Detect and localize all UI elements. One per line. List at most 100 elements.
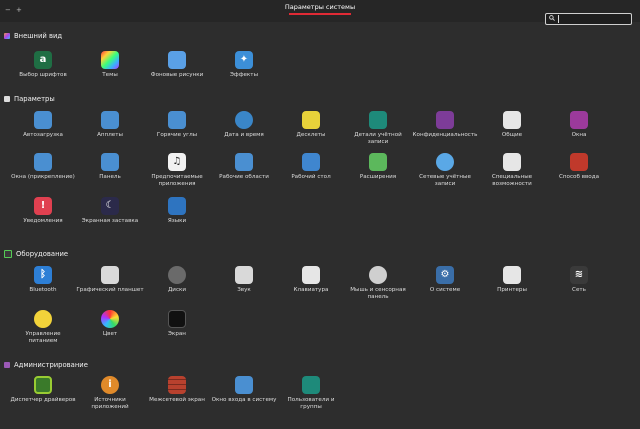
item-driver-manager[interactable]: Диспетчер драйверов	[9, 376, 77, 404]
title-accent-underline	[289, 13, 351, 15]
item-windows[interactable]: Окна	[545, 111, 613, 139]
input-method-icon	[570, 153, 588, 171]
window-title: Параметры системы	[284, 3, 356, 11]
bell-icon: !	[34, 197, 52, 215]
item-backgrounds[interactable]: Фоновые рисунки	[143, 51, 211, 79]
workspaces-icon	[235, 153, 253, 171]
item-display[interactable]: Экран	[143, 310, 211, 338]
item-firewall[interactable]: Межсетевой экран	[143, 376, 211, 404]
printer-icon	[503, 266, 521, 284]
item-color[interactable]: Цвет	[76, 310, 144, 338]
section-title-hardware: Оборудование	[16, 250, 69, 258]
item-disks[interactable]: Диски	[143, 266, 211, 294]
item-general[interactable]: Общие	[478, 111, 546, 139]
accessibility-icon	[503, 153, 521, 171]
item-screensaver[interactable]: ☾ Экранная заставка	[76, 197, 144, 225]
speaker-icon	[235, 266, 253, 284]
display-icon	[168, 310, 186, 328]
desklets-icon	[302, 111, 320, 129]
item-date-time[interactable]: Дата и время	[210, 111, 278, 139]
item-login-window[interactable]: Окно входа в систему	[210, 376, 278, 404]
search-icon	[549, 15, 555, 21]
item-accessibility[interactable]: Специальные возможности	[478, 153, 546, 188]
users-icon	[302, 376, 320, 394]
item-account-details[interactable]: Детали учётной записи	[344, 111, 412, 146]
item-users-groups[interactable]: Пользователи и группы	[277, 376, 345, 411]
globe-icon	[168, 197, 186, 215]
item-window-tiling[interactable]: Окна (прикрепление)	[9, 153, 77, 181]
section-title-preferences: Параметры	[14, 95, 55, 103]
preferences-section-icon	[4, 96, 10, 102]
preferred-apps-icon: ♫	[168, 153, 186, 171]
privacy-mask-icon	[436, 111, 454, 129]
themes-icon	[101, 51, 119, 69]
section-administration: Администрирование	[4, 361, 88, 369]
section-preferences: Параметры	[4, 95, 55, 103]
item-effects[interactable]: ✦ Эффекты	[210, 51, 278, 79]
account-icon	[369, 111, 387, 129]
item-notifications[interactable]: ! Уведомления	[9, 197, 77, 225]
search-input[interactable]	[545, 13, 632, 25]
clock-icon	[235, 111, 253, 129]
item-desktop[interactable]: Рабочий стол	[277, 153, 345, 181]
item-privacy[interactable]: Конфиденциальность	[411, 111, 479, 139]
appearance-section-icon	[4, 33, 10, 39]
item-fonts[interactable]: a Выбор шрифтов	[9, 51, 77, 79]
item-workspaces[interactable]: Рабочие области	[210, 153, 278, 181]
item-system-info[interactable]: ⚙ О системе	[411, 266, 479, 294]
window-tiling-icon	[34, 153, 52, 171]
item-graphics-tablet[interactable]: Графический планшет	[76, 266, 144, 294]
desktop-folder-icon	[302, 153, 320, 171]
item-panel[interactable]: Панель	[76, 153, 144, 181]
mouse-icon	[369, 266, 387, 284]
info-icon: i	[101, 376, 119, 394]
title-bar: − + Параметры системы	[0, 0, 640, 22]
item-input-method[interactable]: Способ ввода	[545, 153, 613, 181]
section-title-appearance: Внешний вид	[14, 32, 63, 40]
disk-icon	[168, 266, 186, 284]
item-preferred-apps[interactable]: ♫ Предпочитаемые приложения	[143, 153, 211, 188]
general-toggle-icon	[503, 111, 521, 129]
gear-icon: ⚙	[436, 266, 454, 284]
section-hardware: Оборудование	[4, 250, 68, 258]
driver-chip-icon	[34, 376, 52, 394]
login-window-icon	[235, 376, 253, 394]
item-desklets[interactable]: Десклеты	[277, 111, 345, 139]
puzzle-icon	[369, 153, 387, 171]
item-software-sources[interactable]: i Источники приложений	[76, 376, 144, 411]
power-icon	[34, 310, 52, 328]
item-printers[interactable]: Принтеры	[478, 266, 546, 294]
item-power[interactable]: Управление питанием	[9, 310, 77, 345]
item-applets[interactable]: Апплеты	[76, 111, 144, 139]
wifi-icon: ≋	[570, 266, 588, 284]
text-caret	[558, 15, 559, 23]
fonts-icon: a	[34, 51, 52, 69]
item-hot-corners[interactable]: Горячие углы	[143, 111, 211, 139]
startup-icon	[34, 111, 52, 129]
windows-icon	[570, 111, 588, 129]
section-title-administration: Администрирование	[14, 361, 88, 369]
hot-corners-icon	[168, 111, 186, 129]
item-online-accounts[interactable]: Сетевые учётные записи	[411, 153, 479, 188]
keyboard-icon	[302, 266, 320, 284]
effects-icon: ✦	[235, 51, 253, 69]
item-bluetooth[interactable]: ᛒ Bluetooth	[9, 266, 77, 294]
item-sound[interactable]: Звук	[210, 266, 278, 294]
cloud-icon	[436, 153, 454, 171]
item-keyboard[interactable]: Клавиатура	[277, 266, 345, 294]
hardware-section-icon	[4, 250, 12, 258]
administration-section-icon	[4, 362, 10, 368]
panel-icon	[101, 153, 119, 171]
applets-icon	[101, 111, 119, 129]
item-languages[interactable]: Языки	[143, 197, 211, 225]
item-network[interactable]: ≋ Сеть	[545, 266, 613, 294]
item-startup[interactable]: Автозагрузка	[9, 111, 77, 139]
bluetooth-icon: ᛒ	[34, 266, 52, 284]
section-appearance: Внешний вид	[4, 32, 62, 40]
item-mouse-touchpad[interactable]: Мышь и сенсорная панель	[344, 266, 412, 301]
firewall-brick-icon	[168, 376, 186, 394]
item-extensions[interactable]: Расширения	[344, 153, 412, 181]
color-wheel-icon	[101, 310, 119, 328]
item-themes[interactable]: Темы	[76, 51, 144, 79]
moon-icon: ☾	[101, 197, 119, 215]
